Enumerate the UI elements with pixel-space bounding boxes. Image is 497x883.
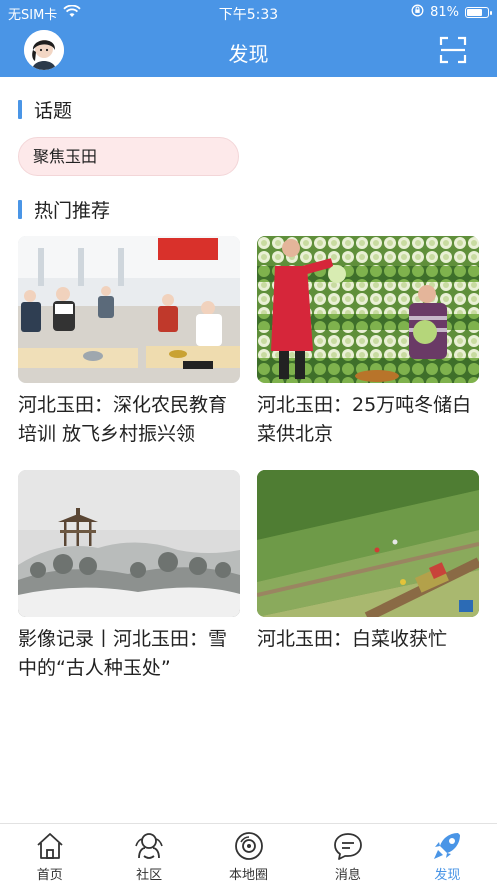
tab-home[interactable]: 首页: [0, 824, 99, 883]
tab-local-circle[interactable]: 本地圈: [199, 824, 298, 883]
tab-label: 消息: [334, 868, 361, 883]
topic-chip[interactable]: 聚焦玉田: [18, 137, 239, 176]
section-marker: [18, 100, 22, 119]
news-card[interactable]: 河北玉田：白菜收获忙: [257, 470, 479, 654]
header: 发现: [0, 26, 497, 77]
home-icon: [37, 833, 63, 859]
hot-heading-text: 热门推荐: [34, 200, 111, 222]
news-caption[interactable]: 河北玉田：25万吨冬储白菜供北京: [257, 391, 479, 449]
section-marker: [18, 200, 22, 219]
news-card[interactable]: 影像记录丨河北玉田：雪中的“古人种玉处”: [18, 470, 240, 683]
news-caption[interactable]: 河北玉田：白菜收获忙: [257, 625, 479, 654]
tab-messages[interactable]: 消息: [298, 824, 397, 883]
tab-bar: 首页 社区 本地圈 消息 发现: [0, 823, 497, 883]
discover-icon: [434, 833, 461, 859]
news-caption[interactable]: 影像记录丨河北玉田：雪中的“古人种玉处”: [18, 625, 240, 683]
news-thumbnail[interactable]: [257, 470, 479, 617]
topics-heading-text: 话题: [34, 100, 73, 122]
tab-label: 首页: [36, 868, 63, 883]
battery-fill: [467, 9, 482, 16]
message-icon: [334, 833, 362, 860]
community-icon: [135, 833, 163, 859]
page-title: 发现: [228, 42, 269, 66]
news-thumbnail[interactable]: [18, 470, 240, 617]
tab-label: 社区: [136, 868, 163, 883]
news-thumbnail[interactable]: [257, 236, 479, 383]
tab-label: 发现: [434, 868, 461, 883]
status-bar: 无SIM卡 下午5:33 81%: [0, 0, 497, 26]
news-thumbnail[interactable]: [18, 236, 240, 383]
battery-icon: [465, 7, 492, 18]
tab-community[interactable]: 社区: [99, 824, 198, 883]
news-card[interactable]: 河北玉田：深化农民教育培训 放飞乡村振兴领: [18, 236, 240, 449]
battery-percent: 81%: [430, 5, 459, 20]
orientation-lock-icon: [411, 4, 424, 21]
tab-discover[interactable]: 发现: [398, 824, 497, 883]
top-bar: 无SIM卡 下午5:33 81% 发现: [0, 0, 497, 77]
tab-label: 本地圈: [229, 868, 269, 883]
topics-heading: 话题: [18, 96, 72, 123]
local-circle-icon: [234, 832, 263, 860]
scan-icon: [439, 36, 467, 64]
hot-heading: 热门推荐: [18, 196, 110, 223]
news-card[interactable]: 河北玉田：25万吨冬储白菜供北京: [257, 236, 479, 449]
scan-button[interactable]: [439, 36, 467, 64]
news-caption[interactable]: 河北玉田：深化农民教育培训 放飞乡村振兴领: [18, 391, 240, 449]
